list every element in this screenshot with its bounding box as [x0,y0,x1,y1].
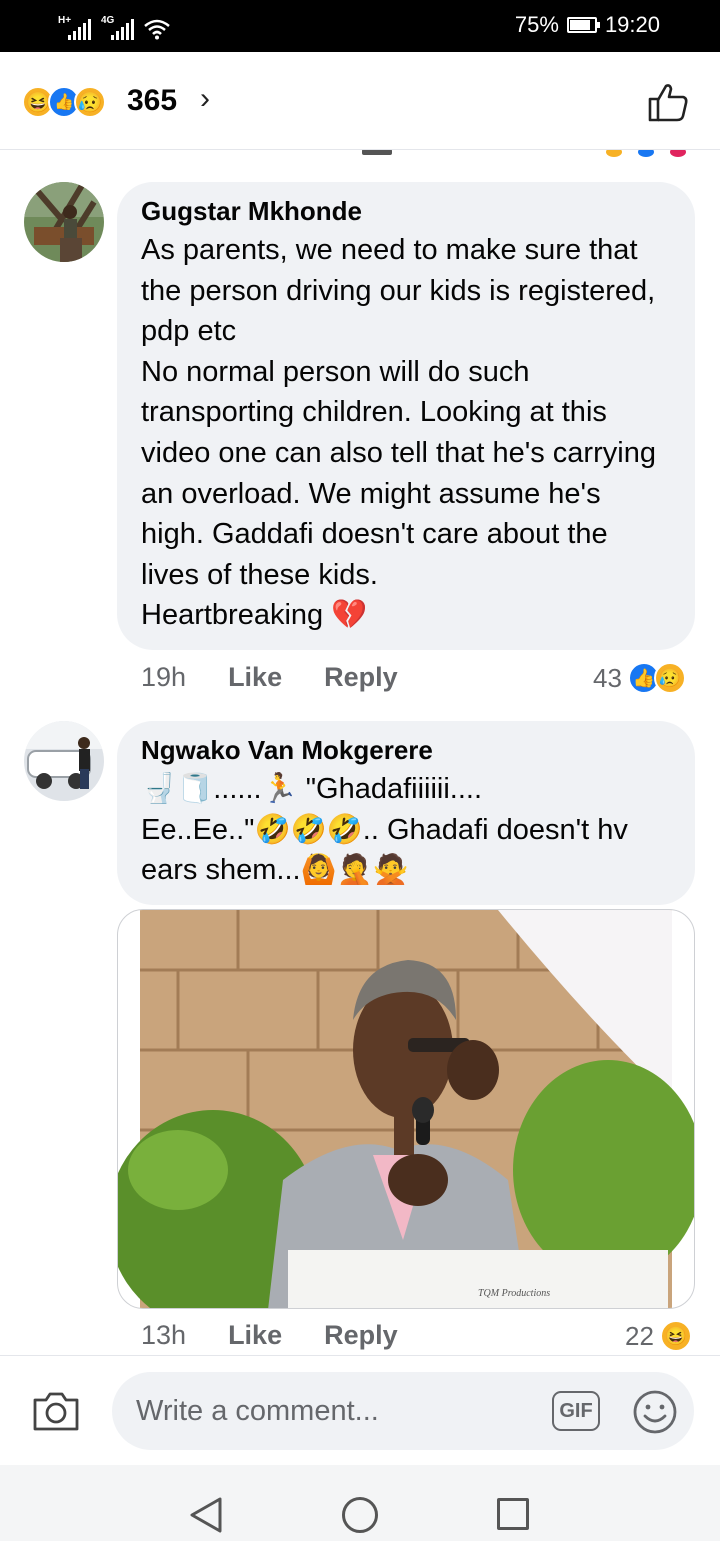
camera-icon[interactable] [32,1390,80,1432]
clock: 19:20 [604,12,660,37]
chevron-right-icon[interactable]: › [200,82,210,116]
gif-button[interactable]: GIF [552,1391,600,1431]
system-nav-bar [0,1465,720,1541]
comment-timestamp: 13h [141,1320,187,1350]
comment-reaction-count: 43 [593,662,622,693]
comment-reactions[interactable]: 22 😆 [625,1320,692,1352]
comment-composer: GIF [0,1355,720,1465]
reaction-summary[interactable]: 😆 👍 😥 [22,86,106,118]
photo-image: TQM Productions [118,910,694,1308]
comment-bubble[interactable]: Gugstar Mkhonde As parents, we need to m… [117,182,695,650]
back-icon[interactable] [188,1495,224,1535]
comment-bubble[interactable]: Ngwako Van Mokgerere 🚽🧻......🏃 "Ghadafii… [117,721,695,905]
status-bar: H+ 4G 75% 19:20 [0,0,720,52]
sad-reaction-icon: 😥 [74,86,106,118]
comment-author[interactable]: Gugstar Mkhonde [141,196,671,226]
signal-icon: H+ [58,15,91,40]
comment-reactions[interactable]: 43 👍 😥 [593,662,686,694]
battery-icon [566,17,600,33]
like-button[interactable]: Like [228,662,282,693]
status-left: H+ 4G [58,12,170,40]
thumbs-up-icon[interactable] [646,80,690,124]
comment-actions: 19h Like Reply [141,662,440,693]
comments-sheet: 😆 👍 😥 365 › Gugstar Mkhonde As parents, … [0,52,720,1541]
reply-button[interactable]: Reply [324,1320,398,1351]
comment-text: As parents, we need to make sure that th… [141,234,656,632]
network-type-2: 4G [101,15,115,26]
haha-reaction-icon: 😆 [659,1320,692,1352]
comment-input-container[interactable]: GIF [112,1372,694,1450]
sad-reaction-icon: 😥 [653,662,686,694]
photo-watermark: TQM Productions [478,1288,550,1299]
comment-actions: 13h Like Reply [141,1320,440,1351]
reactions-header: 😆 👍 😥 365 › [0,52,720,150]
previous-comment-peek [0,147,720,161]
comment-text: 🚽🧻......🏃 "Ghadafiiiiii.... Ee..Ee.."🤣🤣🤣… [141,773,628,887]
avatar[interactable] [24,182,104,262]
comment-photo[interactable]: TQM Productions [117,909,695,1309]
status-right: 75% 19:20 [515,12,660,38]
reply-button[interactable]: Reply [324,662,398,693]
signal-icon-2: 4G [101,15,134,40]
network-type: H+ [58,15,72,26]
wifi-icon [144,19,170,40]
reaction-count[interactable]: 365 [127,84,177,118]
like-button[interactable]: Like [228,1320,282,1351]
avatar[interactable] [24,721,104,801]
comment-input[interactable] [136,1391,536,1431]
home-icon[interactable] [342,1497,378,1533]
comment-timestamp: 19h [141,662,187,692]
comment-author[interactable]: Ngwako Van Mokgerere [141,735,671,765]
emoji-icon[interactable] [632,1389,678,1435]
recents-icon[interactable] [497,1498,529,1530]
comment-reaction-count: 22 [625,1320,654,1351]
battery-percent: 75% [514,12,559,37]
